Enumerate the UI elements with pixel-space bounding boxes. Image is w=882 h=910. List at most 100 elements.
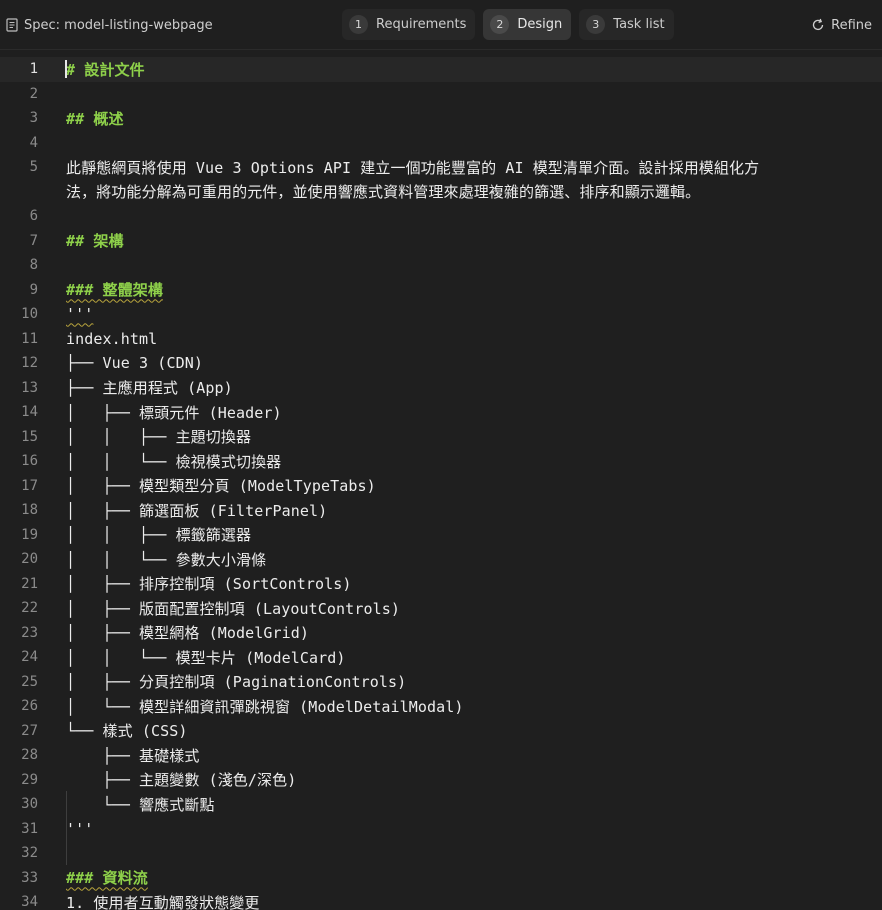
line-number: 21 xyxy=(21,575,38,592)
editor-line[interactable]: 16 │ │ └── 檢視模式切換器 xyxy=(0,449,882,474)
editor-line[interactable]: 25 │ ├── 分頁控制項 (PaginationControls) xyxy=(0,670,882,695)
line-number: 17 xyxy=(21,477,38,494)
line-text: │ │ └── 檢視模式切換器 xyxy=(66,452,282,471)
line-text: 1. 使用者互動觸發狀態變更 xyxy=(66,893,260,910)
editor-line[interactable]: 19 │ │ ├── 標籤篩選器 xyxy=(0,523,882,548)
line-text: ## 概述 xyxy=(66,109,124,128)
line-text: └── 樣式 (CSS) xyxy=(66,722,188,741)
refresh-icon xyxy=(812,18,824,31)
tab-label: Requirements xyxy=(376,17,467,32)
line-number: 16 xyxy=(21,453,38,470)
line-number: 11 xyxy=(21,330,38,347)
tab-number: 1 xyxy=(349,15,368,34)
line-number: 13 xyxy=(21,379,38,396)
editor-line[interactable]: 3 ## 概述 xyxy=(0,106,882,131)
editor-line[interactable]: 8 xyxy=(0,253,882,278)
line-text: │ ├── 模型類型分頁 (ModelTypeTabs) xyxy=(66,477,376,496)
line-text: └── 響應式斷點 xyxy=(66,795,215,814)
editor-line[interactable]: 32 xyxy=(0,841,882,866)
top-bar: Spec: model-listing-webpage 1 Requiremen… xyxy=(0,0,882,50)
editor-line[interactable]: 法，將功能分解為可重用的元件，並使用響應式資料管理來處理複雜的篩選、排序和顯示邏… xyxy=(0,180,882,205)
line-number: 33 xyxy=(21,869,38,886)
editor-line[interactable]: 13 ├── 主應用程式 (App) xyxy=(0,376,882,401)
line-number: 1 xyxy=(29,61,38,78)
line-text: ### 資料流 xyxy=(66,869,148,888)
tab-task-list[interactable]: 3 Task list xyxy=(579,9,674,40)
editor-line[interactable]: 11 index.html xyxy=(0,327,882,352)
line-number: 10 xyxy=(21,306,38,323)
line-number: 4 xyxy=(29,134,38,151)
editor-line[interactable]: 7 ## 架構 xyxy=(0,229,882,254)
line-text: │ ├── 排序控制項 (SortControls) xyxy=(66,575,352,594)
line-number: 20 xyxy=(21,551,38,568)
editor-line[interactable]: 5 此靜態網頁將使用 Vue 3 Options API 建立一個功能豐富的 AI… xyxy=(0,155,882,180)
text-cursor xyxy=(65,60,67,78)
editor-line[interactable]: 18 │ ├── 篩選面板 (FilterPanel) xyxy=(0,498,882,523)
line-number: 24 xyxy=(21,649,38,666)
line-text: ├── Vue 3 (CDN) xyxy=(66,354,203,373)
line-text: ### 整體架構 xyxy=(66,281,163,300)
editor-line[interactable]: 26 │ └── 模型詳細資訊彈跳視窗 (ModelDetailModal) xyxy=(0,694,882,719)
editor-line[interactable]: 28 ├── 基礎樣式 xyxy=(0,743,882,768)
line-number: 2 xyxy=(29,85,38,102)
tab-requirements[interactable]: 1 Requirements xyxy=(342,9,476,40)
refine-label: Refine xyxy=(831,17,872,33)
editor-line[interactable]: 31 ''' xyxy=(0,817,882,842)
editor-line[interactable]: 20 │ │ └── 參數大小滑條 xyxy=(0,547,882,572)
refine-button[interactable]: Refine xyxy=(811,0,872,50)
editor-line[interactable]: 22 │ ├── 版面配置控制項 (LayoutControls) xyxy=(0,596,882,621)
line-text: ├── 主應用程式 (App) xyxy=(66,379,233,398)
line-number: 32 xyxy=(21,845,38,862)
editor-line[interactable]: 10 ''' xyxy=(0,302,882,327)
line-number: 19 xyxy=(21,526,38,543)
editor-line[interactable]: 30 └── 響應式斷點 xyxy=(0,792,882,817)
editor-line[interactable]: 33 ### 資料流 xyxy=(0,866,882,891)
markdown-editor[interactable]: 1 # 設計文件 2 3 ## 概述 4 5 此靜態網頁將使用 Vue 3 Options A… xyxy=(0,56,882,910)
editor-line[interactable]: 12 ├── Vue 3 (CDN) xyxy=(0,351,882,376)
editor-line[interactable]: 6 xyxy=(0,204,882,229)
line-number: 6 xyxy=(29,208,38,225)
line-text: │ │ └── 參數大小滑條 xyxy=(66,550,267,569)
spec-tabs: 1 Requirements 2 Design 3 Task list xyxy=(342,9,674,40)
line-number: 22 xyxy=(21,600,38,617)
editor-line[interactable]: 23 │ ├── 模型網格 (ModelGrid) xyxy=(0,621,882,646)
line-number: 31 xyxy=(21,820,38,837)
line-text: │ │ ├── 標籤篩選器 xyxy=(66,526,252,545)
line-number: 15 xyxy=(21,428,38,445)
tab-design[interactable]: 2 Design xyxy=(483,9,572,40)
line-text: │ ├── 篩選面板 (FilterPanel) xyxy=(66,501,328,520)
editor-line[interactable]: 15 │ │ ├── 主題切換器 xyxy=(0,425,882,450)
tab-label: Design xyxy=(517,17,563,32)
editor-line[interactable]: 4 xyxy=(0,131,882,156)
line-number: 30 xyxy=(21,796,38,813)
editor-line[interactable]: 14 │ ├── 標頭元件 (Header) xyxy=(0,400,882,425)
line-number: 12 xyxy=(21,355,38,372)
document-icon xyxy=(6,18,18,32)
line-number: 26 xyxy=(21,698,38,715)
line-text: # 設計文件 xyxy=(66,60,145,79)
line-number: 25 xyxy=(21,673,38,690)
editor-line[interactable]: 27 └── 樣式 (CSS) xyxy=(0,719,882,744)
editor-line[interactable]: 9 ### 整體架構 xyxy=(0,278,882,303)
line-text: index.html xyxy=(66,329,158,348)
editor-line[interactable]: 24 │ │ └── 模型卡片 (ModelCard) xyxy=(0,645,882,670)
editor-line[interactable]: 21 │ ├── 排序控制項 (SortControls) xyxy=(0,572,882,597)
editor-line[interactable]: 2 xyxy=(0,82,882,107)
line-number: 5 xyxy=(29,159,38,176)
line-text: ├── 基礎樣式 xyxy=(66,746,200,765)
line-number: 23 xyxy=(21,624,38,641)
line-text: 法，將功能分解為可重用的元件，並使用響應式資料管理來處理複雜的篩選、排序和顯示邏… xyxy=(66,183,701,202)
line-text: │ ├── 分頁控制項 (PaginationControls) xyxy=(66,673,407,692)
line-text: │ │ └── 模型卡片 (ModelCard) xyxy=(66,648,346,667)
line-number: 28 xyxy=(21,747,38,764)
line-text: │ │ ├── 主題切換器 xyxy=(66,428,252,447)
line-number: 29 xyxy=(21,771,38,788)
editor-line[interactable]: 17 │ ├── 模型類型分頁 (ModelTypeTabs) xyxy=(0,474,882,499)
line-number: 27 xyxy=(21,722,38,739)
editor-line[interactable]: 1 # 設計文件 xyxy=(0,57,882,82)
line-number: 34 xyxy=(21,894,38,910)
line-number: 14 xyxy=(21,404,38,421)
editor-line[interactable]: 29 ├── 主題變數 (淺色/深色) xyxy=(0,768,882,793)
tab-label: Task list xyxy=(613,17,665,32)
editor-line[interactable]: 34 1. 使用者互動觸發狀態變更 xyxy=(0,890,882,910)
